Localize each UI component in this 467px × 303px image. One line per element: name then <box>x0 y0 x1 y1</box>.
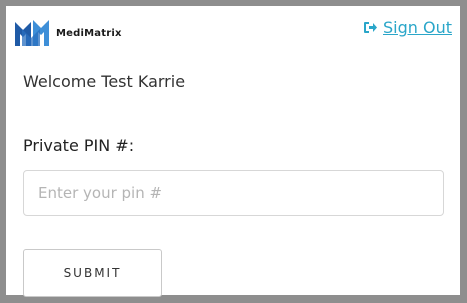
medimatrix-logo-icon <box>15 20 49 46</box>
logo: MediMatrix <box>14 19 122 47</box>
sign-out-link[interactable]: Sign Out <box>363 18 452 37</box>
pin-input[interactable] <box>23 170 444 216</box>
pin-label: Private PIN #: <box>23 136 135 155</box>
submit-button[interactable]: SUBMIT <box>23 249 162 297</box>
sign-out-icon <box>364 22 377 33</box>
sign-out-label[interactable]: Sign Out <box>383 18 452 37</box>
welcome-text: Welcome Test Karrie <box>23 72 186 91</box>
logo-text: MediMatrix <box>56 27 122 39</box>
app-window: MediMatrix Sign Out Welcome Test Karrie … <box>0 0 467 303</box>
